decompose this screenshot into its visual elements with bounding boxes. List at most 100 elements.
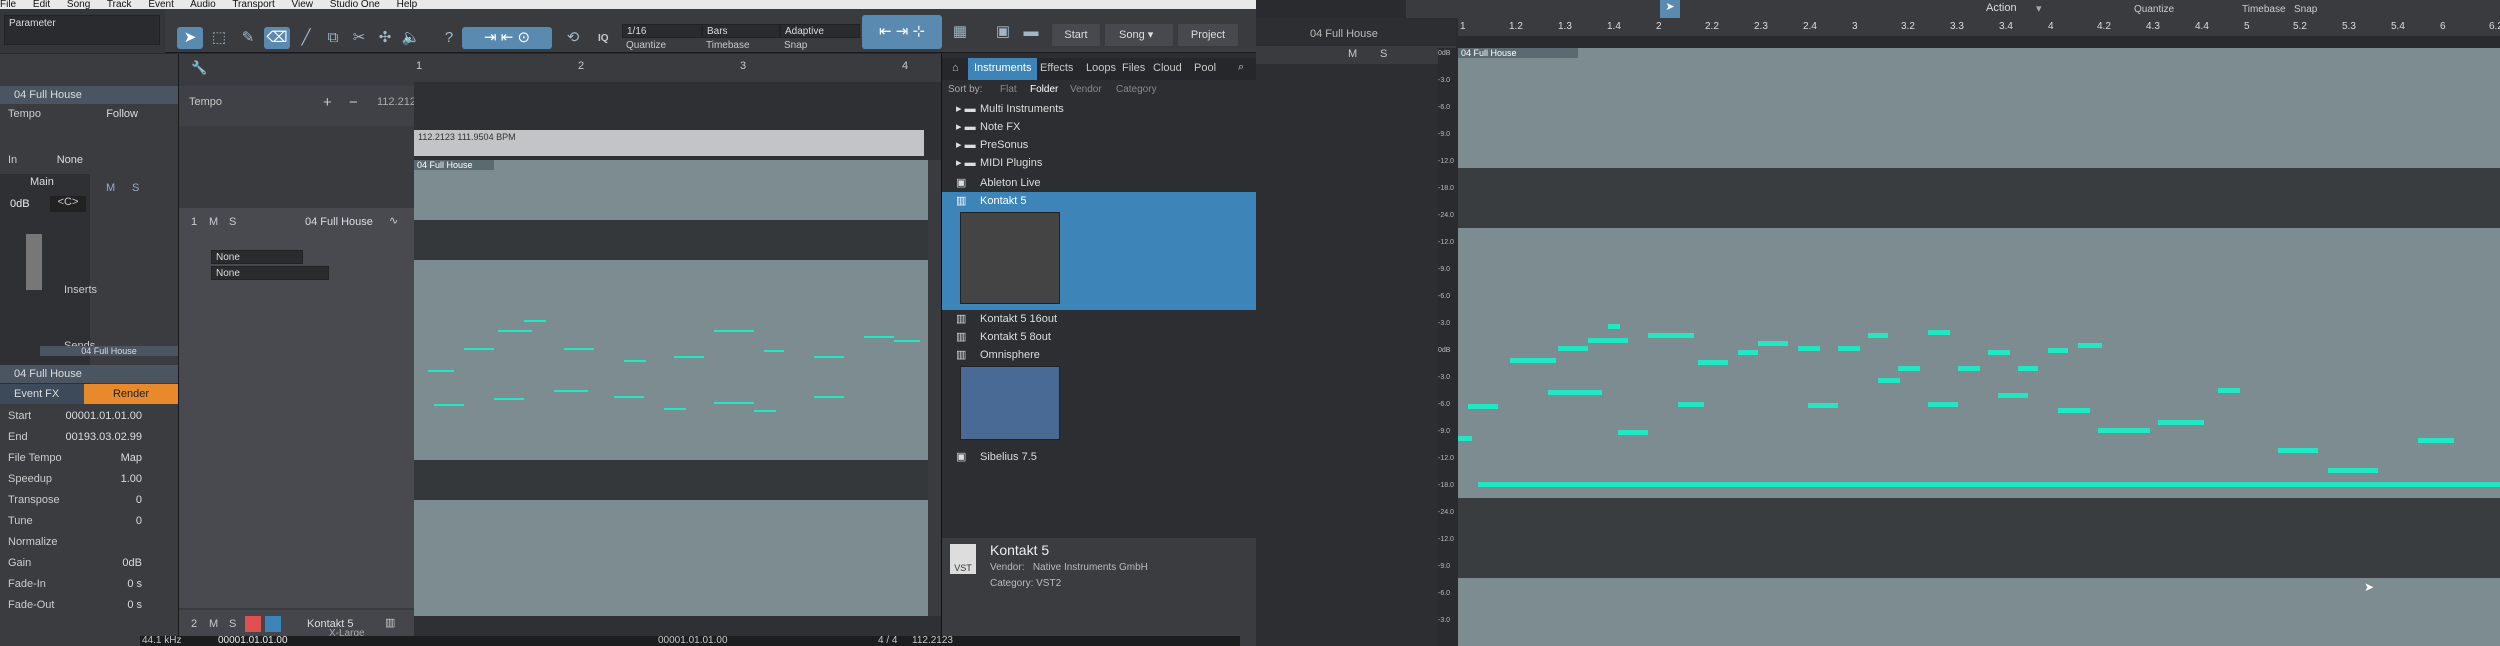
- event-property-value[interactable]: 0: [136, 490, 142, 510]
- browser-item[interactable]: ▸ ▬ MIDI Plugins: [942, 154, 1256, 172]
- tab-cloud[interactable]: Cloud: [1153, 62, 1182, 74]
- midi-note[interactable]: [434, 404, 464, 406]
- eraser-tool-icon[interactable]: ⌫: [264, 27, 290, 49]
- midi-note[interactable]: [624, 360, 646, 362]
- start-button[interactable]: Start: [1052, 24, 1100, 46]
- timebase-dropdown[interactable]: Bars: [702, 24, 780, 38]
- pencil-tool-icon[interactable]: ✎: [235, 27, 261, 49]
- home-icon[interactable]: ⌂: [952, 62, 959, 74]
- midi-note[interactable]: [894, 340, 920, 342]
- editor-mute-button[interactable]: M: [1348, 48, 1357, 60]
- midi-note[interactable]: [1648, 333, 1694, 338]
- event-property-value[interactable]: 1.00: [121, 469, 142, 489]
- browser-item[interactable]: ▸ ▬ Note FX: [942, 118, 1256, 136]
- menu-event[interactable]: Event: [148, 0, 174, 9]
- browser-item[interactable]: ▣ Sibelius 7.5: [942, 448, 1256, 466]
- input-dropdown[interactable]: None: [57, 150, 83, 170]
- event-property-value[interactable]: 0 s: [127, 595, 142, 615]
- midi-note[interactable]: [1510, 358, 1556, 363]
- midi-note[interactable]: [524, 320, 546, 322]
- tab-pool[interactable]: Pool: [1194, 62, 1216, 74]
- midi-note[interactable]: [1468, 404, 1498, 409]
- midi-note[interactable]: [1928, 402, 1958, 407]
- snap-tools-group[interactable]: ⇥ ⇤ ⊙: [462, 27, 552, 49]
- tempo-lane[interactable]: 112.2123 111.9504 BPM: [414, 130, 924, 156]
- inserts-header[interactable]: Inserts: [54, 284, 178, 298]
- record-arm-button[interactable]: [245, 616, 261, 632]
- range-tool-icon[interactable]: ⬚: [206, 27, 232, 49]
- midi-note[interactable]: [1928, 330, 1950, 335]
- browser-item[interactable]: ▥ Omnisphere: [942, 346, 1256, 364]
- midi-note[interactable]: [1678, 402, 1704, 407]
- sort-category[interactable]: Category: [1116, 84, 1157, 95]
- midi-note[interactable]: [1588, 338, 1628, 343]
- midi-note[interactable]: [1838, 346, 1860, 351]
- arrow-tool-icon[interactable]: ➤: [177, 27, 203, 49]
- menu-transport[interactable]: Transport: [232, 0, 274, 9]
- midi-note[interactable]: [494, 398, 524, 400]
- midi-note[interactable]: [714, 330, 754, 332]
- event-property-value[interactable]: Map: [121, 448, 142, 468]
- grid-icon[interactable]: ▦: [946, 15, 974, 49]
- midi-note[interactable]: [814, 396, 844, 398]
- browser-item[interactable]: ▣ Ableton Live: [942, 174, 1256, 192]
- arrange-ruler[interactable]: 1 2 3 4: [414, 54, 941, 82]
- quantize-dropdown[interactable]: 1/16: [622, 24, 702, 38]
- browser-item[interactable]: ▥ Kontakt 5 8out: [942, 328, 1256, 346]
- midi-note[interactable]: [1958, 366, 1980, 371]
- midi-note[interactable]: [1988, 350, 2010, 355]
- midi-note[interactable]: [2078, 343, 2102, 348]
- midi-note[interactable]: [564, 348, 594, 350]
- parameter-dropdown[interactable]: Parameter: [4, 15, 160, 45]
- midi-note[interactable]: [428, 370, 454, 372]
- midi-note[interactable]: [2098, 428, 2150, 433]
- tab-effects[interactable]: Effects: [1040, 62, 1073, 74]
- midi-note[interactable]: [464, 348, 494, 350]
- mixer-icon[interactable]: ▬: [1018, 15, 1044, 49]
- loop-position[interactable]: 00001.01.01.00: [658, 636, 728, 646]
- bend-tool-icon[interactable]: ✣: [372, 27, 398, 49]
- midi-note[interactable]: [614, 396, 644, 398]
- editor-track-name[interactable]: 04 Full House: [1310, 28, 1378, 40]
- midi-note[interactable]: [714, 402, 754, 404]
- song-button[interactable]: Song ▾: [1105, 24, 1173, 46]
- midi-note[interactable]: [2158, 420, 2204, 425]
- midi-note[interactable]: [1898, 366, 1920, 371]
- editor-timebase-field[interactable]: Timebase: [2242, 4, 2286, 15]
- remove-icon[interactable]: −: [349, 94, 358, 111]
- browser-item[interactable]: ▸ ▬ Multi Instruments: [942, 100, 1256, 118]
- menu-view[interactable]: View: [292, 0, 314, 9]
- midi-note[interactable]: [1458, 436, 1472, 441]
- mute-tool-icon[interactable]: ✂: [346, 27, 372, 49]
- midi-note[interactable]: [1998, 393, 2028, 398]
- midi-note[interactable]: [864, 336, 894, 338]
- track-1-mute-button[interactable]: M: [209, 216, 218, 228]
- tab-instruments[interactable]: Instruments: [968, 58, 1038, 80]
- add-icon[interactable]: +: [323, 94, 332, 111]
- help-icon[interactable]: ?: [436, 27, 462, 49]
- solo-button[interactable]: S: [132, 182, 139, 194]
- snap-dropdown[interactable]: Adaptive: [780, 24, 860, 38]
- auto-scroll-icon[interactable]: ⟲: [560, 27, 586, 49]
- volume-fader[interactable]: [26, 234, 42, 290]
- midi-note[interactable]: [2418, 438, 2454, 443]
- arrange-scrollbar[interactable]: [928, 160, 941, 616]
- midi-note[interactable]: [754, 410, 776, 412]
- midi-note[interactable]: [1808, 403, 1838, 408]
- listen-tool-icon[interactable]: 🔈: [398, 27, 424, 49]
- event-property-value[interactable]: 0: [136, 511, 142, 531]
- editor-snap-field[interactable]: Snap: [2294, 4, 2317, 15]
- midi-note[interactable]: [2018, 366, 2038, 371]
- audio-editor-canvas[interactable]: 1 1.2 1.3 1.4 2 2.2 2.3 2.4 3 3.2 3.3 3.4 4 4.2 4.3 4.4…: [1438, 18, 2500, 646]
- midi-note[interactable]: [2048, 348, 2068, 353]
- transport-time[interactable]: 00001.01.01.00: [218, 636, 288, 646]
- midi-note[interactable]: [1478, 482, 2500, 487]
- sort-vendor[interactable]: Vendor: [1070, 84, 1102, 95]
- track-1-output-dropdown[interactable]: None: [211, 250, 303, 264]
- transport-tempo[interactable]: 112.2123: [912, 636, 953, 646]
- save-icon[interactable]: ▣: [990, 15, 1016, 49]
- midi-note[interactable]: [2328, 468, 2378, 473]
- midi-note[interactable]: [1798, 346, 1820, 351]
- event-property-value[interactable]: 00001.01.01.00: [66, 406, 142, 426]
- tempo-follow-dropdown[interactable]: Follow: [106, 104, 138, 124]
